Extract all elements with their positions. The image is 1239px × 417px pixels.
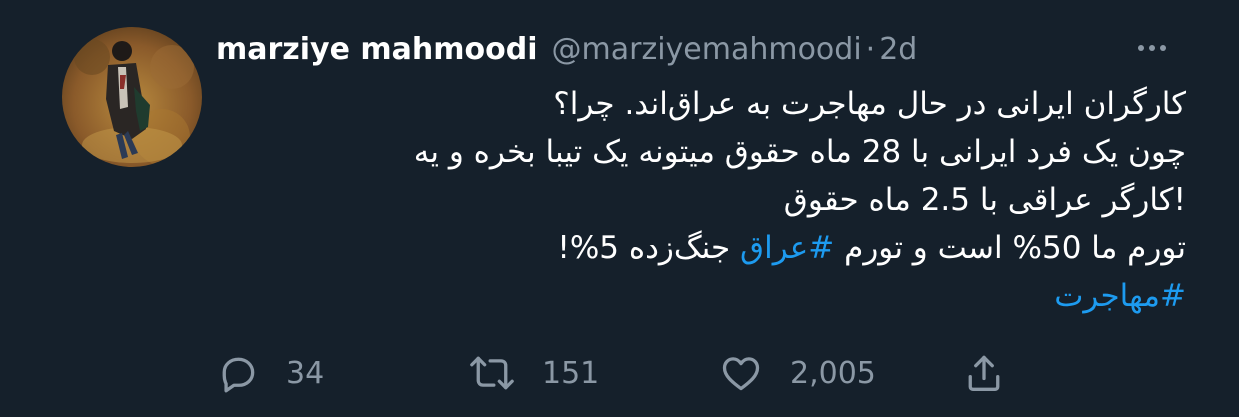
tweet-line-2: چون یک فرد ایرانی با 28 ماه حقوق میتونه … [413,134,1186,170]
share-icon [962,351,1006,395]
tweet-line-3: !کارگر عراقی با 2.5 ماه حقوق [783,182,1186,218]
tweet-text: کارگران ایرانی در حال مهاجرت به عراق‌اند… [230,80,1186,320]
user-handle[interactable]: @marziyemahmoodi [552,30,862,70]
hashtag-migration[interactable]: #مهاجرت [1054,278,1186,314]
tweet-timestamp[interactable]: 2d [879,30,917,70]
tweet-line-1: کارگران ایرانی در حال مهاجرت به عراق‌اند… [553,86,1186,122]
tweet-header: marziye mahmoodi @marziyemahmoodi · 2d [216,28,917,72]
retweet-button[interactable]: 151 [468,348,599,398]
tweet-line-5: #مهاجرت [230,272,1186,320]
like-count: 2,005 [790,355,876,391]
retweet-icon [468,351,516,395]
tweet-line-4: تورم ما 50% است و تورم #عراق جنگ‌زده 5%! [230,224,1186,272]
reply-count: 34 [286,355,325,391]
more-options-icon[interactable] [1127,36,1177,60]
tweet-line-4-before: تورم ما 50% است و تورم [834,230,1186,266]
share-button[interactable] [962,348,1006,398]
avatar-image [62,27,202,167]
tweet-actions: 34 151 2,005 [0,348,1239,398]
tweet-card[interactable]: marziye mahmoodi @marziyemahmoodi · 2d ک… [0,0,1239,417]
like-button[interactable]: 2,005 [718,348,876,398]
heart-icon [718,351,764,395]
reply-button[interactable]: 34 [216,348,324,398]
avatar[interactable] [62,27,202,167]
separator-dot: · [865,32,876,67]
hashtag-iraq[interactable]: #عراق [740,230,834,266]
retweet-count: 151 [542,355,600,391]
display-name[interactable]: marziye mahmoodi [216,30,538,70]
reply-icon [216,351,260,395]
tweet-line-4-after: جنگ‌زده 5%! [557,230,741,266]
